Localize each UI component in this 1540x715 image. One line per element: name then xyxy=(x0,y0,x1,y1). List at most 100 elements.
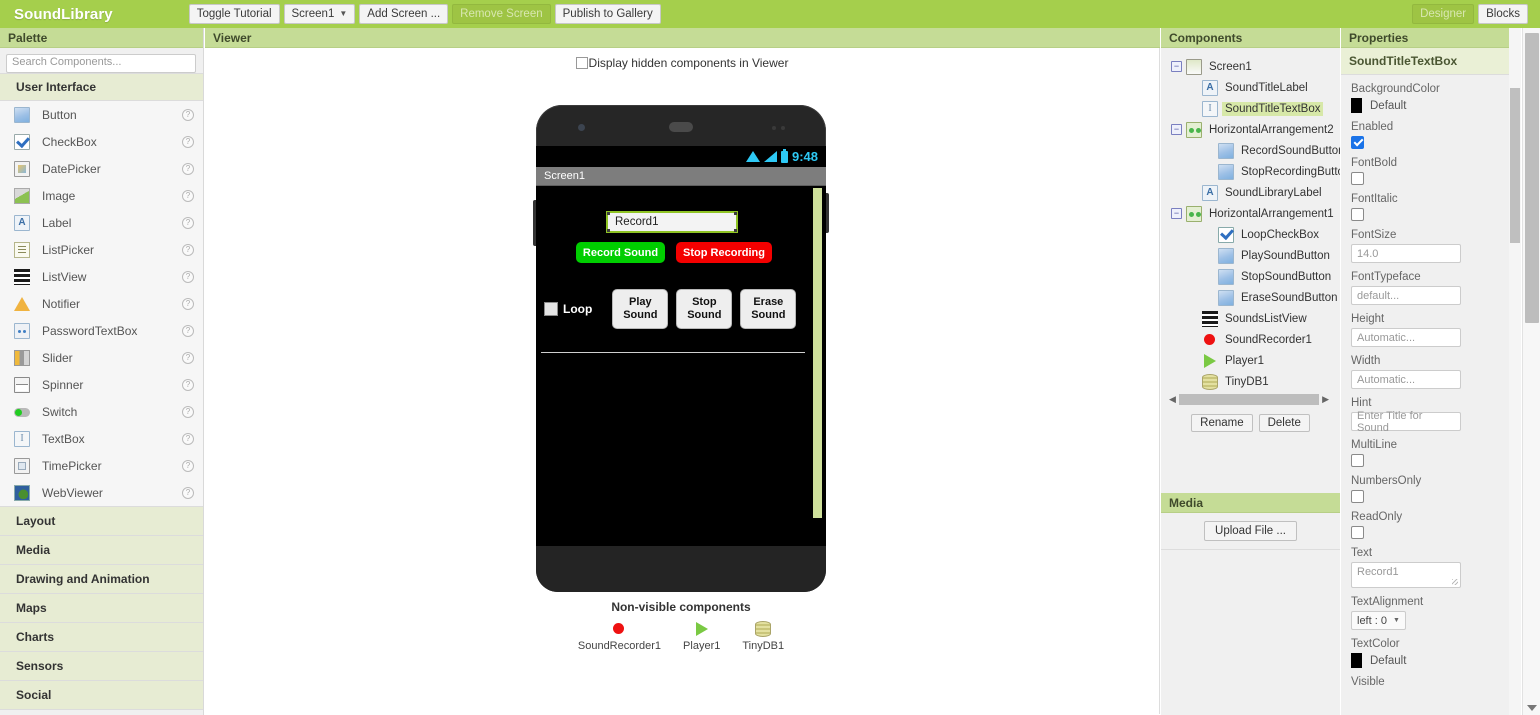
help-icon[interactable]: ? xyxy=(182,270,194,283)
property-input-hint[interactable]: Enter Title for Sound xyxy=(1351,410,1461,434)
palette-section-user-interface[interactable]: User Interface xyxy=(0,73,203,101)
tree-node-erasesoundbutton[interactable]: EraseSoundButton xyxy=(1161,287,1340,308)
tree-node-soundlibrarylabel[interactable]: A SoundLibraryLabel xyxy=(1161,182,1340,203)
help-icon[interactable]: ? xyxy=(182,108,194,121)
play-sound-button[interactable]: Play Sound xyxy=(612,289,669,329)
help-icon[interactable]: ? xyxy=(182,243,194,256)
tree-node-tinydb1[interactable]: TinyDB1 xyxy=(1161,371,1340,392)
tree-node-screen1[interactable]: − Screen1 xyxy=(1161,56,1340,77)
resize-handle[interactable] xyxy=(607,212,610,215)
palette-category-layout[interactable]: Layout xyxy=(0,507,203,536)
sound-title-textbox[interactable]: Record1 xyxy=(606,211,738,233)
tree-node-loopcheckbox[interactable]: LoopCheckBox xyxy=(1161,224,1340,245)
display-hidden-components-checkbox[interactable] xyxy=(575,57,588,69)
non-visible-component[interactable]: TinyDB1 xyxy=(742,621,784,652)
non-visible-component[interactable]: SoundRecorder1 xyxy=(578,621,661,652)
palette-item-passwordtextbox[interactable]: PasswordTextBox? xyxy=(0,317,203,344)
tree-node-stoprecordingbutton[interactable]: StopRecordingButton xyxy=(1161,161,1340,182)
property-color-backgroundcolor[interactable]: Default xyxy=(1351,98,1511,113)
stop-sound-button[interactable]: Stop Sound xyxy=(676,289,733,329)
palette-item-button[interactable]: Button? xyxy=(0,101,203,128)
palette-item-datepicker[interactable]: DatePicker? xyxy=(0,155,203,182)
help-icon[interactable]: ? xyxy=(182,162,194,175)
palette-category-sensors[interactable]: Sensors xyxy=(0,652,203,681)
help-icon[interactable]: ? xyxy=(182,297,194,310)
help-icon[interactable]: ? xyxy=(182,216,194,229)
scroll-left-icon[interactable]: ◀ xyxy=(1169,394,1176,405)
resize-handle[interactable] xyxy=(607,229,610,232)
palette-category-charts[interactable]: Charts xyxy=(0,623,203,652)
resize-handle[interactable] xyxy=(734,212,737,215)
blocks-tab-button[interactable]: Blocks xyxy=(1478,4,1528,24)
publish-to-gallery-button[interactable]: Publish to Gallery xyxy=(554,4,661,24)
components-tree-scrollbar[interactable]: ◀ ▶ xyxy=(1169,393,1329,406)
tree-node-horizontalarrangement2[interactable]: − HorizontalArrangement2 xyxy=(1161,119,1340,140)
stop-recording-button[interactable]: Stop Recording xyxy=(676,242,772,263)
tree-node-soundslistview[interactable]: SoundsListView xyxy=(1161,308,1340,329)
property-input-width[interactable]: Automatic... xyxy=(1351,370,1461,389)
tree-node-player1[interactable]: Player1 xyxy=(1161,350,1340,371)
page-scrollbar[interactable] xyxy=(1522,28,1540,715)
property-select-textalignment[interactable]: left : 0 ▼ xyxy=(1351,611,1406,630)
property-input-height[interactable]: Automatic... xyxy=(1351,328,1461,347)
scroll-down-icon[interactable] xyxy=(1527,705,1537,711)
palette-item-listpicker[interactable]: ListPicker? xyxy=(0,236,203,263)
property-input-fontsize[interactable]: 14.0 xyxy=(1351,244,1461,263)
palette-category-media[interactable]: Media xyxy=(0,536,203,565)
help-icon[interactable]: ? xyxy=(182,135,194,148)
palette-item-notifier[interactable]: Notifier? xyxy=(0,290,203,317)
tree-node-recordsoundbutton[interactable]: RecordSoundButton xyxy=(1161,140,1340,161)
erase-sound-button[interactable]: Erase Sound xyxy=(740,289,797,329)
upload-file-button[interactable]: Upload File ... xyxy=(1204,521,1297,541)
tree-node-stopsoundbutton[interactable]: StopSoundButton xyxy=(1161,266,1340,287)
palette-item-timepicker[interactable]: TimePicker? xyxy=(0,452,203,479)
display-hidden-components-row[interactable]: Display hidden components in Viewer xyxy=(205,48,1159,70)
screen-selector-button[interactable]: Screen1 ▼ xyxy=(283,4,356,24)
scroll-thumb[interactable] xyxy=(1510,88,1520,243)
palette-category-maps[interactable]: Maps xyxy=(0,594,203,623)
tree-collapse-icon[interactable]: − xyxy=(1171,208,1182,219)
palette-category-drawing-and-animation[interactable]: Drawing and Animation xyxy=(0,565,203,594)
palette-item-switch[interactable]: Switch? xyxy=(0,398,203,425)
delete-component-button[interactable]: Delete xyxy=(1258,414,1310,432)
help-icon[interactable]: ? xyxy=(182,378,194,391)
property-checkbox-fontbold[interactable] xyxy=(1351,172,1364,185)
tree-node-playsoundbutton[interactable]: PlaySoundButton xyxy=(1161,245,1340,266)
loop-checkbox-group[interactable]: Loop xyxy=(544,302,592,316)
tree-collapse-icon[interactable]: − xyxy=(1171,124,1182,135)
help-icon[interactable]: ? xyxy=(182,486,194,499)
property-checkbox-numbersonly[interactable] xyxy=(1351,490,1364,503)
palette-item-image[interactable]: Image? xyxy=(0,182,203,209)
help-icon[interactable]: ? xyxy=(182,351,194,364)
property-checkbox-readonly[interactable] xyxy=(1351,526,1364,539)
palette-item-listview[interactable]: ListView? xyxy=(0,263,203,290)
scroll-thumb[interactable] xyxy=(1525,33,1539,323)
tree-node-soundrecorder1[interactable]: SoundRecorder1 xyxy=(1161,329,1340,350)
property-checkbox-multiline[interactable] xyxy=(1351,454,1364,467)
property-color-textcolor[interactable]: Default xyxy=(1351,653,1511,668)
record-sound-button[interactable]: Record Sound xyxy=(576,242,665,263)
non-visible-component[interactable]: Player1 xyxy=(683,621,720,652)
palette-item-spinner[interactable]: Spinner? xyxy=(0,371,203,398)
help-icon[interactable]: ? xyxy=(182,459,194,472)
rename-component-button[interactable]: Rename xyxy=(1191,414,1253,432)
tree-node-soundtitlelabel[interactable]: A SoundTitleLabel xyxy=(1161,77,1340,98)
sounds-list-view[interactable] xyxy=(541,352,805,353)
help-icon[interactable]: ? xyxy=(182,324,194,337)
scroll-right-icon[interactable]: ▶ xyxy=(1322,394,1329,405)
help-icon[interactable]: ? xyxy=(182,405,194,418)
palette-item-checkbox[interactable]: CheckBox? xyxy=(0,128,203,155)
tree-node-soundtitletextbox[interactable]: I SoundTitleTextBox xyxy=(1161,98,1340,119)
toggle-tutorial-button[interactable]: Toggle Tutorial xyxy=(188,4,280,24)
scroll-thumb[interactable] xyxy=(1178,394,1320,405)
property-checkbox-fontitalic[interactable] xyxy=(1351,208,1364,221)
loop-checkbox[interactable] xyxy=(544,302,558,316)
add-screen-button[interactable]: Add Screen ... xyxy=(359,4,449,24)
tree-node-horizontalarrangement1[interactable]: − HorizontalArrangement1 xyxy=(1161,203,1340,224)
property-checkbox-enabled[interactable] xyxy=(1351,136,1364,149)
palette-item-webviewer[interactable]: WebViewer? xyxy=(0,479,203,506)
palette-search-input[interactable]: Search Components... xyxy=(6,54,196,73)
properties-scrollbar[interactable] xyxy=(1509,28,1521,715)
palette-item-slider[interactable]: Slider? xyxy=(0,344,203,371)
tree-collapse-icon[interactable]: − xyxy=(1171,61,1182,72)
